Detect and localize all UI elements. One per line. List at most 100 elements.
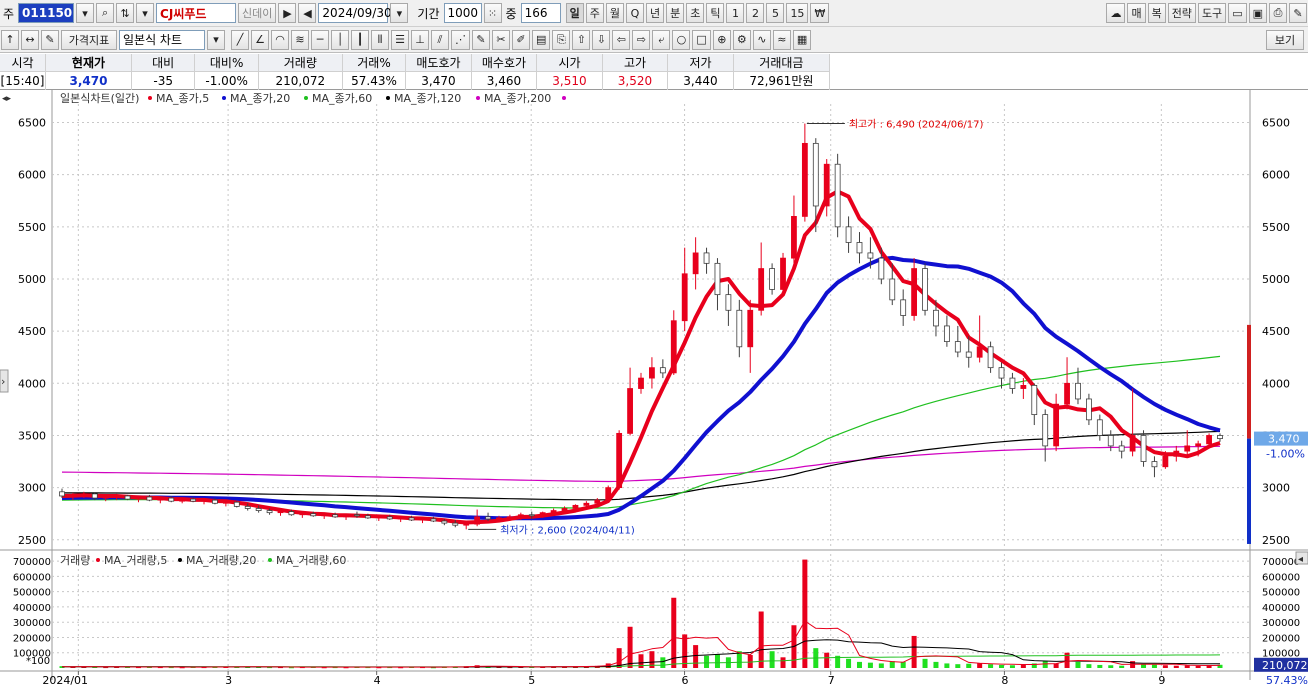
- view-button[interactable]: 보기: [1266, 29, 1304, 50]
- count-input[interactable]: 166: [520, 3, 561, 23]
- undo-icon[interactable]: ⤶: [652, 29, 671, 50]
- marker-icon[interactable]: ✐: [512, 29, 530, 50]
- candle-body: [496, 517, 502, 520]
- stock-code-input[interactable]: 011150: [18, 3, 75, 23]
- cycle-icon[interactable]: ┃: [351, 29, 369, 50]
- channel-icon[interactable]: ⫽: [431, 29, 449, 50]
- timeframe-button[interactable]: 주: [585, 3, 604, 23]
- timeframe-button[interactable]: 월: [605, 3, 624, 23]
- volume-tick-label-left: 700000: [13, 557, 51, 568]
- toolbar-right-button[interactable]: 매: [1127, 3, 1146, 23]
- folder-icon[interactable]: ▭: [1228, 3, 1247, 23]
- toolbar-right-button[interactable]: 복: [1147, 3, 1166, 23]
- fibo-icon[interactable]: ☰: [391, 29, 409, 50]
- stock-chart[interactable]: 6500 65006000 60005500 55005000 50004500 4500…: [0, 90, 1308, 687]
- timeframe-button[interactable]: 15: [786, 3, 809, 23]
- volume-bar: [944, 663, 950, 668]
- pencil-icon[interactable]: ✎: [472, 29, 490, 50]
- timeframe-button[interactable]: Q: [625, 3, 644, 23]
- timeframe-button[interactable]: 일: [565, 3, 584, 23]
- search-icon[interactable]: ⌕: [96, 3, 115, 23]
- wave-icon[interactable]: ∿: [752, 29, 771, 50]
- quote-value: 72,961만원: [733, 71, 831, 90]
- candle-body: [954, 341, 961, 353]
- volume-bar: [878, 663, 884, 668]
- stock-name-field: CJ씨푸드: [156, 3, 237, 23]
- save-icon[interactable]: ▣: [1248, 3, 1267, 23]
- price-tick-label-right: 4500: [1262, 325, 1290, 338]
- date-input[interactable]: 2024/09/30: [318, 3, 392, 23]
- timeframe-button[interactable]: 5: [766, 3, 785, 23]
- volume-bar: [1173, 665, 1179, 668]
- config-icon[interactable]: ⚙: [732, 29, 751, 50]
- angle-icon[interactable]: ∠: [251, 29, 269, 50]
- price-tick-label-right: 6000: [1262, 169, 1290, 182]
- candle-body: [1086, 398, 1092, 421]
- candle-body: [845, 226, 852, 243]
- candle-body: [539, 512, 546, 517]
- timeframe-button[interactable]: 분: [666, 3, 685, 23]
- time-zone-icon[interactable]: ⊥: [411, 29, 429, 50]
- indicator-button[interactable]: 가격지표: [61, 29, 117, 50]
- volume-bar: [1086, 664, 1092, 668]
- chart-type-select[interactable]: 일본식 차트: [119, 29, 205, 50]
- chart-type-dropdown-icon[interactable]: ▾: [207, 29, 225, 50]
- timeframe-button[interactable]: 초: [686, 3, 705, 23]
- wave2-icon[interactable]: ≈: [772, 29, 791, 50]
- table-icon[interactable]: ▦: [792, 29, 812, 50]
- candle-body: [168, 497, 175, 502]
- arrow-lr-icon[interactable]: ↔: [21, 29, 39, 50]
- date-dropdown-button[interactable]: ▾: [390, 3, 409, 23]
- settings-icon[interactable]: ✎: [1289, 3, 1307, 23]
- code-dropdown-button[interactable]: ▾: [76, 3, 95, 23]
- arrow-up-icon[interactable]: ↑: [1, 29, 19, 50]
- volume-bar: [922, 658, 928, 668]
- next-play-icon[interactable]: ▶: [278, 3, 297, 23]
- grid-icon[interactable]: ⦀: [371, 29, 389, 50]
- timeframe-button[interactable]: 틱: [706, 3, 725, 23]
- move-right-icon[interactable]: ⇨: [632, 29, 651, 50]
- candle-body: [517, 514, 524, 518]
- trendline-icon[interactable]: ╱: [231, 29, 249, 50]
- price-tick-label-left: 5000: [18, 273, 46, 286]
- arc-icon[interactable]: ◠: [271, 29, 289, 50]
- timeframe-button[interactable]: 2: [746, 3, 765, 23]
- regression-icon[interactable]: ⋰: [451, 29, 470, 50]
- zoom-icon[interactable]: ⊕: [712, 29, 731, 50]
- candle-body: [856, 242, 863, 254]
- x-tick-label: 5: [528, 674, 535, 687]
- vline-icon[interactable]: │: [331, 29, 349, 50]
- circle-icon[interactable]: ○: [672, 29, 691, 50]
- timeframe-button[interactable]: ₩: [810, 3, 830, 23]
- timeframe-button[interactable]: 년: [645, 3, 665, 23]
- volume-tick-label-left: 300000: [13, 618, 51, 629]
- new-data-badge[interactable]: 신데이: [238, 3, 277, 23]
- legend-swatch: [268, 558, 272, 562]
- rect-icon[interactable]: □: [692, 29, 711, 50]
- candle-body: [212, 499, 218, 504]
- toolbar-right-button[interactable]: 도구: [1197, 3, 1227, 23]
- period-input[interactable]: 1000: [443, 3, 482, 23]
- cloud-icon[interactable]: ☁: [1106, 3, 1126, 23]
- period-grid-icon[interactable]: ⁙: [483, 3, 502, 23]
- quote-header: 대비: [131, 54, 196, 72]
- note-icon[interactable]: ▤: [532, 29, 551, 50]
- prev-play-icon[interactable]: ◀: [298, 3, 317, 23]
- volume-bar: [1009, 665, 1015, 668]
- sort-icon[interactable]: ⇅: [116, 3, 135, 23]
- print-icon[interactable]: ⎙: [1269, 3, 1287, 23]
- copy-icon[interactable]: ⎘: [552, 29, 571, 50]
- current-volume-label: 210,072: [1262, 659, 1308, 672]
- move-down-icon[interactable]: ⇩: [592, 29, 611, 50]
- fan-icon[interactable]: ≋: [291, 29, 309, 50]
- move-up-icon[interactable]: ⇧: [572, 29, 591, 50]
- move-left-icon[interactable]: ⇦: [612, 29, 631, 50]
- menu-dropdown-button[interactable]: ▾: [136, 3, 155, 23]
- hline-icon[interactable]: ─: [311, 29, 329, 50]
- toolbar-right-button[interactable]: 전략: [1167, 3, 1196, 23]
- range-bar-upper: [1247, 324, 1251, 439]
- edit-icon[interactable]: ✎: [41, 29, 59, 50]
- scissors-icon[interactable]: ✂: [492, 29, 510, 50]
- volume-bar: [1097, 664, 1103, 668]
- timeframe-button[interactable]: 1: [726, 3, 745, 23]
